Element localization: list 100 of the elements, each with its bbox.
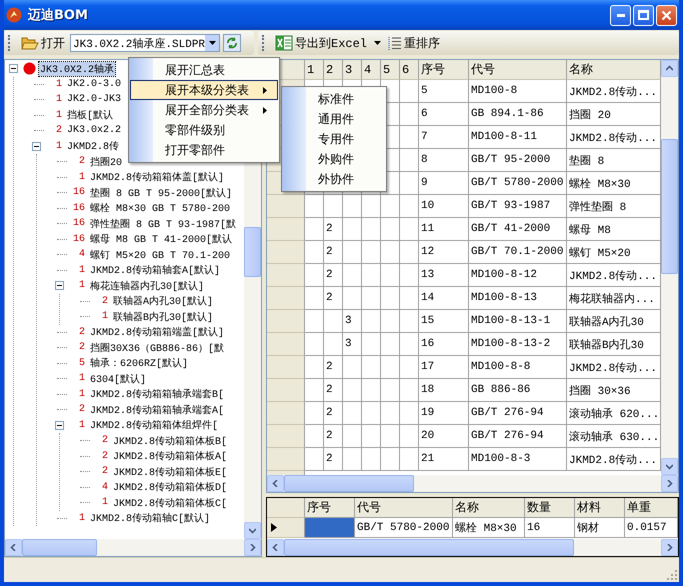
table-cell (362, 264, 381, 287)
menu-item[interactable]: 零部件级别 (130, 120, 278, 140)
tree-item[interactable]: JKMD2.8传动箱箱端盖[默认] (89, 325, 226, 340)
tree-quantity: 2 (54, 125, 63, 136)
open-button[interactable]: 打开 (19, 34, 67, 52)
scroll-left-button[interactable] (267, 539, 284, 556)
caret-icon[interactable] (374, 41, 382, 45)
scroll-left-button[interactable] (5, 539, 22, 556)
collapse-toggle[interactable] (55, 281, 64, 290)
scrollbar-thumb[interactable] (284, 539, 574, 556)
table-cell[interactable] (305, 518, 355, 538)
scrollbar-thumb[interactable] (661, 139, 678, 274)
scrollbar-thumb[interactable] (244, 227, 261, 277)
tree-item[interactable]: JKMD2.8传动箱箱体板D[ (112, 480, 228, 494)
column-header[interactable]: 名称 (453, 498, 525, 518)
resize-grip-icon[interactable] (667, 570, 677, 580)
menu-item[interactable]: 外购件 (283, 149, 385, 169)
file-combo[interactable]: JK3.0X2.2轴承座.SLDPR (70, 34, 220, 52)
column-header[interactable]: 6 (400, 60, 419, 80)
tree-item[interactable]: JKMD2.8传动箱箱体盖[默认] (89, 170, 226, 184)
table-cell: 17 (419, 356, 469, 379)
table-cell: 2 (324, 287, 343, 310)
column-header[interactable]: 1 (305, 60, 324, 80)
close-button[interactable] (656, 4, 677, 26)
tree-item[interactable]: 弹性垫圈 8 GB T 93-1987[默 (89, 216, 238, 231)
reorder-button[interactable]: 重排序 (386, 34, 442, 52)
column-header[interactable]: 单重 (625, 498, 678, 518)
toolbar-grip[interactable] (262, 35, 267, 51)
scrollbar-thumb[interactable] (22, 539, 97, 556)
column-header[interactable]: 4 (362, 60, 381, 80)
scrollbar-thumb[interactable] (284, 475, 414, 492)
tree-item[interactable]: JKMD2.8传动箱箱体板C[ (112, 496, 228, 510)
tree-item[interactable]: JKMD2.8传动箱箱体板E[ (112, 464, 228, 479)
menu-item[interactable]: 展开本级分类表 (130, 80, 278, 100)
scroll-down-button[interactable] (244, 522, 261, 539)
tree-quantity: 1 (78, 512, 86, 524)
tree-item[interactable]: JK2.0-3.0 (66, 78, 122, 90)
tree-item[interactable]: 挡圈30X36（GB886-86）[默 (89, 340, 226, 355)
column-header[interactable]: 代号 (355, 498, 453, 518)
tree-quantity: 5 (78, 358, 86, 369)
scroll-right-button[interactable] (244, 539, 261, 556)
menu-item[interactable]: 打开零部件 (130, 140, 278, 160)
tree-item[interactable]: 挡圈20 (89, 154, 124, 169)
tree-item[interactable]: 联轴器B内孔30[默认] (112, 310, 214, 324)
maximize-button[interactable] (633, 4, 654, 26)
tree-item[interactable]: 螺母 M8 GB T 41-2000[默认 (89, 232, 234, 246)
tree-item[interactable]: 6304[默认] (89, 372, 148, 386)
tree-item[interactable]: JK3.0x2.2 (66, 125, 122, 136)
menu-item[interactable]: 标准件 (283, 89, 385, 109)
tree-item[interactable]: 螺钉 M5×20 GB T 70.1-200 (89, 248, 232, 262)
column-header[interactable]: 3 (343, 60, 362, 80)
tree-item[interactable]: JKMD2.8传动箱轴套A[默认] (89, 263, 222, 278)
tree-item[interactable]: JKMD2.8传动箱箱体板B[ (112, 434, 228, 448)
tree-item[interactable]: JKMD2.8传动箱箱轴承端套B[ (89, 387, 226, 402)
menu-item[interactable]: 通用件 (283, 109, 385, 129)
tree-item[interactable]: 梅花连轴器内孔30[默认] (89, 278, 206, 293)
toolbar-grip[interactable] (8, 35, 13, 51)
export-excel-button[interactable]: 导出到Excel (273, 34, 370, 52)
status-dot-icon (23, 62, 36, 76)
column-header[interactable]: 材料 (575, 498, 625, 518)
tree-item[interactable]: JK3.0X2.2轴承 (39, 62, 116, 76)
menu-item[interactable]: 展开全部分类表 (130, 100, 278, 120)
tree-item[interactable]: 垫圈 8 GB T 95-2000[默认] (89, 186, 234, 200)
menu-item[interactable]: 展开汇总表 (130, 60, 278, 80)
refresh-button[interactable] (223, 34, 241, 52)
tree-quantity: 1 (100, 497, 109, 508)
window-title: 迈迪BOM (28, 6, 88, 24)
tree-item[interactable]: JKMD2.8传动箱箱轴承端套A[ (89, 402, 226, 417)
tree-item[interactable]: 联轴器A内孔30[默认] (112, 294, 214, 308)
tree-item[interactable]: 螺栓 M8×30 GB T 5780-200 (89, 201, 232, 216)
tree-item[interactable]: JK2.0-JK3 (66, 94, 122, 106)
column-header[interactable]: 2 (324, 60, 343, 80)
collapse-toggle[interactable] (32, 142, 41, 151)
column-header[interactable]: 5 (381, 60, 400, 80)
scroll-down-button[interactable] (661, 458, 678, 475)
tree-item[interactable]: 挡板[默认 (66, 108, 114, 122)
scroll-right-button[interactable] (661, 475, 678, 492)
table-cell (400, 80, 419, 103)
scroll-up-button[interactable] (661, 60, 678, 77)
column-header[interactable]: 名称 (567, 60, 661, 80)
tree-item[interactable]: JKMD2.8传动箱箱体组焊件[ (89, 418, 220, 432)
column-header[interactable]: 代号 (469, 60, 567, 80)
tree-quantity: 2 (78, 404, 86, 416)
scroll-left-button[interactable] (267, 475, 284, 492)
column-header[interactable]: 数量 (525, 498, 575, 518)
scroll-right-button[interactable] (661, 539, 678, 556)
column-header[interactable]: 序号 (419, 60, 469, 80)
collapse-toggle[interactable] (9, 64, 18, 74)
menu-item[interactable]: 外协件 (283, 169, 385, 189)
minimize-button[interactable] (610, 4, 631, 26)
arrow-down-icon (249, 527, 256, 534)
collapse-toggle[interactable] (55, 420, 64, 430)
tree-item[interactable]: JKMD2.8传 (66, 139, 120, 154)
tree-item[interactable]: 轴承：6206RZ[默认] (89, 356, 190, 370)
menu-item[interactable]: 专用件 (283, 129, 385, 149)
tree-item[interactable]: JKMD2.8传动箱轴C[默认] (89, 511, 212, 526)
table-cell (400, 287, 419, 310)
tree-item[interactable]: JKMD2.8传动箱箱体板A[ (112, 449, 228, 464)
tree-quantity: 16 (72, 187, 86, 198)
column-header[interactable]: 序号 (305, 498, 355, 518)
